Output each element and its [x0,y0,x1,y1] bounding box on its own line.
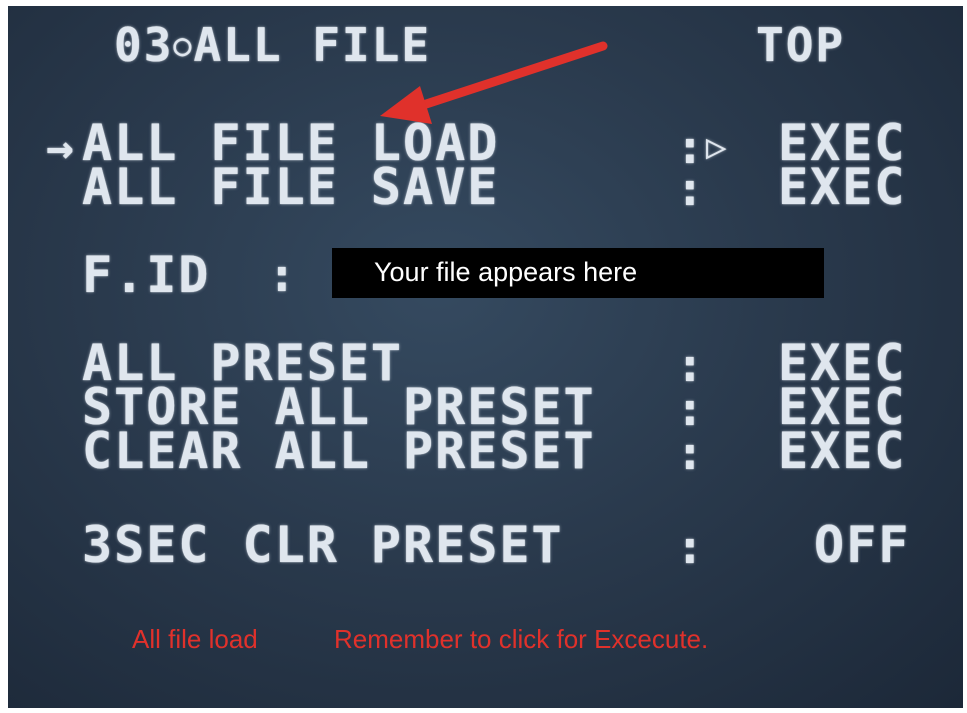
cursor-arrow-icon: → [46,120,76,174]
file-id-label: F.ID [82,246,211,304]
menu-number: 03 [114,18,174,72]
annotation-arrow-icon [380,41,608,124]
file-id-colon: : [268,248,298,302]
menu-item-3sec-clr-preset[interactable]: 3SEC CLR PRESET [82,520,564,570]
menu-item-colon: : [676,520,706,574]
page-indicator: TOP [756,18,846,72]
menu-item-colon: : [676,426,706,480]
value-3sec-clr-preset[interactable]: OFF [814,520,910,570]
caption-all-file-load: All file load [132,624,258,654]
file-id-field: Your file appears here [332,248,824,298]
play-icon: ▷ [706,127,729,167]
file-id-value: Your file appears here [374,257,638,287]
exec-clear-all-preset[interactable]: EXEC [778,426,906,476]
menu-item-clear-all-preset[interactable]: CLEAR ALL PRESET [82,426,596,476]
menu-item-colon: : [676,162,706,216]
exec-all-file-save[interactable]: EXEC [778,162,906,212]
menu-item-all-file-save[interactable]: ALL FILE SAVE [82,162,499,212]
osd-screen: 03○ALL FILE TOP → ALL FILE LOAD : ▷ EXEC… [8,6,963,708]
caption-remember-execute: Remember to click for Excecute. [334,624,709,654]
separator-icon: ○ [173,28,194,63]
